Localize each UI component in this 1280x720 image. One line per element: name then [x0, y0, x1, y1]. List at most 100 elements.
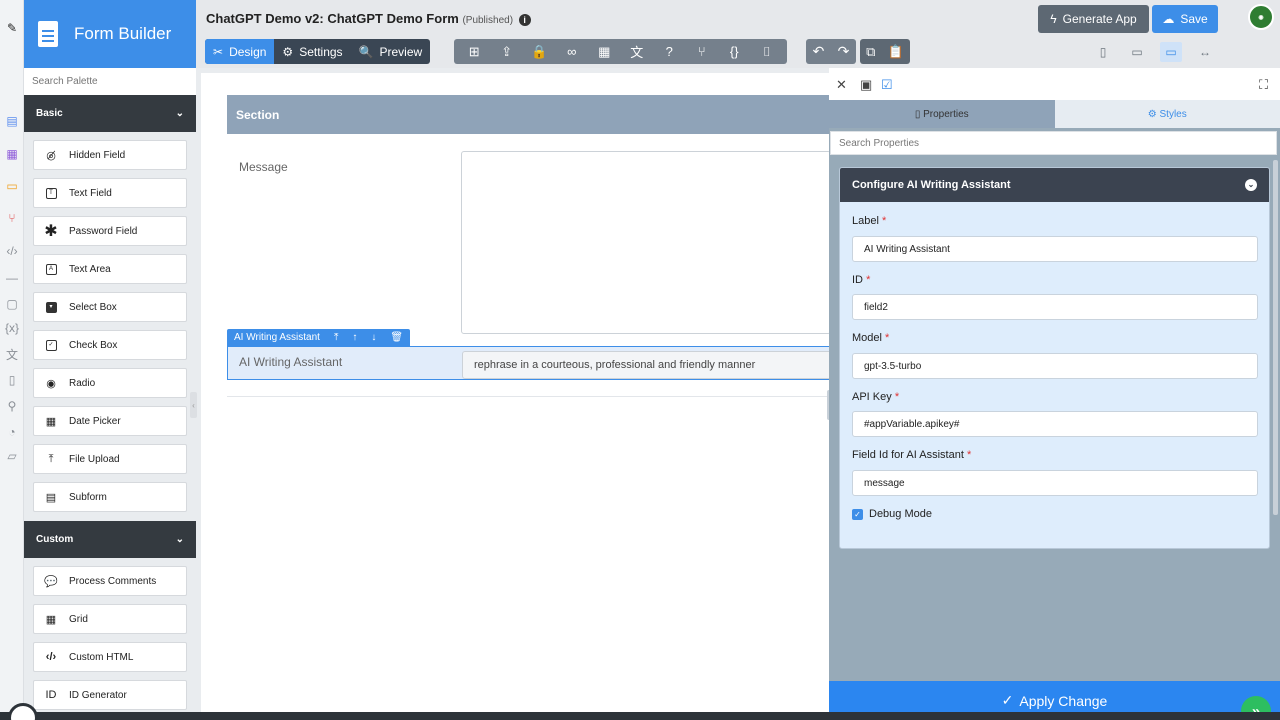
monitor-icon[interactable]: ▭: [4, 178, 20, 194]
device-preview-switcher: ▯ ▭ ▭ ↔: [1092, 42, 1216, 62]
translate-icon[interactable]: 文: [627, 42, 647, 61]
ai-strip-label: AI Writing Assistant: [234, 332, 320, 343]
label-field[interactable]: AI Writing Assistant: [852, 236, 1258, 262]
palette-item-custom-html[interactable]: ‹/› Custom HTML: [33, 642, 187, 672]
ai-field-input[interactable]: rephrase in a courteous, professional an…: [462, 351, 830, 379]
debug-mode-checkbox[interactable]: ✓ Debug Mode: [852, 508, 932, 520]
avatar[interactable]: ◉: [1248, 4, 1274, 30]
card-title: Configure AI Writing Assistant: [852, 179, 1011, 191]
palette-item-text-field[interactable]: T Text Field: [33, 178, 187, 208]
fullscreen-icon[interactable]: ⛶: [1259, 77, 1268, 93]
palette-item-label: ID Generator: [69, 689, 127, 701]
label-field-label: Label *: [852, 215, 887, 227]
chevron-down-icon: ⌄: [175, 534, 184, 545]
form-status: (Published): [462, 15, 514, 26]
radio-icon: ◉: [46, 377, 56, 390]
category-custom[interactable]: Custom ⌄: [24, 521, 196, 558]
braces-icon[interactable]: {}: [724, 44, 744, 59]
palette-item-date-picker[interactable]: ▦ Date Picker: [33, 406, 187, 436]
section-header[interactable]: Section: [227, 95, 829, 134]
move-down-icon[interactable]: ↓: [371, 332, 376, 343]
form-title: ChatGPT Demo v2: ChatGPT Demo Form (Publ…: [206, 11, 531, 26]
form-icon[interactable]: ▤: [4, 113, 20, 129]
palette-item-process-comments[interactable]: 💬 Process Comments: [33, 566, 187, 596]
palette-item-subform[interactable]: ▤ Subform: [33, 482, 187, 512]
tab-properties[interactable]: ▯ Properties: [829, 100, 1055, 128]
message-label: Message: [239, 160, 288, 174]
table-icon[interactable]: ▦: [594, 44, 614, 60]
model-field[interactable]: gpt-3.5-turbo: [852, 353, 1258, 379]
camera-icon[interactable]: ⌷: [757, 44, 777, 60]
import-icon[interactable]: ⇪: [497, 44, 517, 60]
palette-collapse-handle[interactable]: ‹: [190, 392, 197, 418]
search-properties-input[interactable]: Search Properties: [830, 131, 1277, 155]
plugin-icon[interactable]: ⚲: [4, 398, 20, 414]
move-top-icon[interactable]: ⤒: [334, 332, 338, 343]
undo-icon[interactable]: ↶: [813, 43, 825, 60]
palette-item-select-box[interactable]: ▾ Select Box: [33, 292, 187, 322]
help-icon[interactable]: ?: [659, 44, 679, 59]
palette-item-text-area[interactable]: A Text Area: [33, 254, 187, 284]
checkbox-icon[interactable]: ☑: [881, 77, 893, 93]
lock-icon[interactable]: 🔒: [529, 44, 549, 60]
id-field[interactable]: field2: [852, 294, 1258, 320]
palette-item-id-generator[interactable]: ID ID Generator: [33, 680, 187, 710]
mobile-icon[interactable]: ▯: [1092, 42, 1114, 62]
paste-icon[interactable]: 📋: [888, 44, 904, 60]
tab-styles[interactable]: ⚙ Styles: [1054, 100, 1280, 128]
form-icon[interactable]: ▣: [860, 77, 872, 93]
note-icon[interactable]: ▢: [4, 296, 20, 312]
properties-scrollbar[interactable]: [1273, 160, 1278, 515]
edit-icon[interactable]: ✎: [4, 20, 20, 36]
ai-field-value: rephrase in a courteous, professional an…: [474, 359, 756, 371]
chevron-down-circle-icon[interactable]: ⌄: [1245, 179, 1257, 191]
tab-styles-label: Styles: [1159, 108, 1187, 120]
report-icon[interactable]: ▱: [4, 448, 20, 464]
message-textarea[interactable]: [461, 151, 831, 334]
search-palette-input[interactable]: [24, 68, 196, 95]
palette-item-hidden-field[interactable]: ◎̸ Hidden Field: [33, 140, 187, 170]
copy-icon[interactable]: ⧉: [866, 44, 875, 60]
delete-icon[interactable]: 🗑: [390, 332, 403, 343]
laptop-icon[interactable]: ▭: [1160, 42, 1182, 62]
branch-icon[interactable]: ⑂: [692, 44, 712, 59]
properties-tabs: ▯ Properties ⚙ Styles: [829, 100, 1280, 128]
palette-item-file-upload[interactable]: ⤒ File Upload: [33, 444, 187, 474]
save-button[interactable]: ☁ Save: [1152, 5, 1218, 33]
expand-width-icon[interactable]: ↔: [1194, 42, 1216, 62]
redo-icon[interactable]: ↷: [838, 43, 850, 60]
translate-icon[interactable]: 文: [4, 346, 20, 362]
tab-settings-label: Settings: [299, 44, 343, 59]
generate-app-button[interactable]: ϟ Generate App: [1038, 5, 1149, 33]
tab-preview[interactable]: 🔍 Preview: [351, 39, 431, 64]
field-id-field[interactable]: message: [852, 470, 1258, 496]
glasses-icon[interactable]: ∞: [562, 44, 582, 59]
eye-slash-icon: ◎̸: [46, 149, 56, 162]
hierarchy-icon[interactable]: ⊞: [464, 44, 484, 60]
category-basic[interactable]: Basic ⌄: [24, 95, 196, 132]
doc-icon[interactable]: ▯: [4, 372, 20, 388]
checkbox-checked-icon[interactable]: ✓: [852, 508, 863, 520]
card-header[interactable]: Configure AI Writing Assistant ⌄: [840, 168, 1269, 202]
grid-icon[interactable]: ▦: [4, 146, 20, 162]
flow-icon[interactable]: ⑂: [4, 210, 20, 226]
palette-item-label: Text Area: [69, 263, 111, 275]
tab-design[interactable]: ✂ Design: [205, 39, 275, 64]
palette-item-label: Check Box: [69, 339, 118, 351]
divider: —: [6, 271, 18, 285]
palette-item-password-field[interactable]: ✱ Password Field: [33, 216, 187, 246]
tablet-icon[interactable]: ▭: [1126, 42, 1148, 62]
apply-change-label: Apply Change: [1019, 692, 1108, 709]
palette-item-radio[interactable]: ◉ Radio: [33, 368, 187, 398]
info-icon[interactable]: i: [518, 14, 531, 26]
palette-item-check-box[interactable]: ✓ Check Box: [33, 330, 187, 360]
tab-settings[interactable]: ⚙ Settings: [274, 39, 350, 64]
gauge-icon[interactable]: ◔: [4, 424, 20, 440]
field-id-label: Field Id for AI Assistant *: [852, 449, 972, 461]
move-up-icon[interactable]: ↑: [352, 332, 357, 343]
code-icon[interactable]: ‹/›: [4, 243, 20, 259]
close-icon[interactable]: ✕: [836, 77, 847, 93]
variable-icon[interactable]: {x}: [4, 320, 20, 336]
api-key-field[interactable]: #appVariable.apikey#: [852, 411, 1258, 437]
palette-item-grid[interactable]: ▦ Grid: [33, 604, 187, 634]
